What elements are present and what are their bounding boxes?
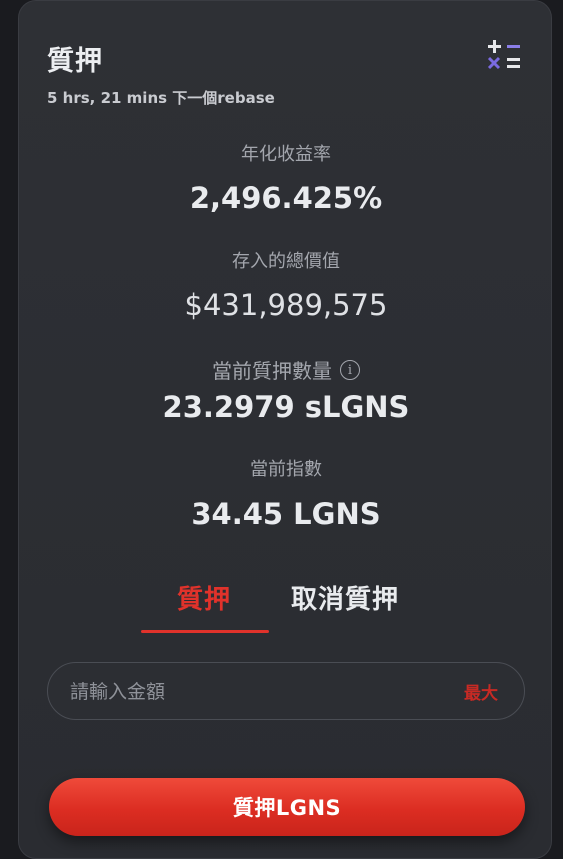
tab-unstake[interactable]: 取消質押 [291, 579, 399, 616]
stake-card: 質押 5 hrs, 21 mins 下一個rebase 年化收益率 2,496.… [18, 0, 552, 859]
tvl-label: 存入的總價值 [232, 251, 340, 272]
tab-stake[interactable]: 質押 [177, 579, 231, 616]
index-value: 34.45 LGNS [191, 497, 381, 531]
rebase-countdown: 5 hrs, 21 mins 下一個rebase [47, 89, 275, 107]
staked-label: 當前質押數量 [212, 359, 332, 383]
index-label: 當前指數 [250, 459, 322, 480]
staked-value: 23.2979 sLGNS [162, 390, 410, 424]
max-button[interactable]: 最大 [464, 679, 498, 704]
apy-value: 2,496.425% [189, 181, 383, 215]
staked-label-row: 當前質押數量 i [19, 355, 553, 384]
apy-label: 年化收益率 [241, 144, 331, 165]
calculator-icon[interactable] [485, 37, 523, 75]
active-tab-indicator [141, 630, 269, 633]
stake-lgns-button[interactable]: 質押LGNS [49, 778, 525, 836]
amount-input[interactable] [68, 663, 412, 720]
amount-field: 最大 [47, 662, 525, 720]
info-icon[interactable]: i [340, 359, 360, 380]
page-title: 質押 [47, 46, 103, 77]
tvl-value: $431,989,575 [184, 288, 388, 322]
